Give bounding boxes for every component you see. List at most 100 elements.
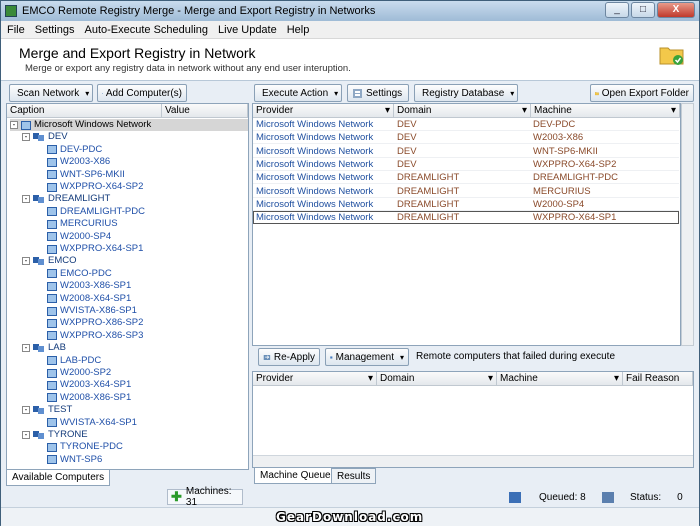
column-caption-header[interactable]: Caption [7, 104, 162, 118]
computer-icon [47, 369, 57, 378]
table-row[interactable]: Microsoft Windows NetworkDEVDEV-PDC [253, 118, 679, 131]
collapse-icon[interactable]: - [22, 406, 30, 414]
tree-machine[interactable]: WNT-SP6-MKII [47, 169, 125, 181]
menu-auto-execute[interactable]: Auto-Execute Scheduling [84, 24, 208, 36]
menu-live-update[interactable]: Live Update [218, 24, 277, 36]
column-domain-header[interactable]: Domain▾ [377, 372, 497, 386]
computer-icon [47, 331, 57, 340]
tree-machine[interactable]: W2000-SP2 [47, 367, 111, 379]
tree-machine[interactable]: LAB-PDC [47, 355, 101, 367]
tree-group[interactable]: -DREAMLIGHT [22, 193, 110, 205]
collapse-icon[interactable]: - [22, 344, 30, 352]
queue-icon [509, 492, 521, 503]
tree-machine-label: W2000-SP4 [60, 231, 111, 243]
tree-group[interactable]: -TEST [22, 404, 72, 416]
filter-icon[interactable]: ▾ [614, 372, 619, 385]
menu-help[interactable]: Help [287, 24, 310, 36]
minimize-button[interactable]: _ [605, 2, 629, 18]
tree-machine[interactable]: TYRONE-PDC [47, 441, 123, 453]
tree-machine[interactable]: WNT-SP6 [47, 454, 102, 466]
collapse-icon[interactable]: - [10, 121, 18, 129]
cell-domain: DEV [397, 131, 417, 144]
tree-machine[interactable]: WXPPRO-X64-SP2 [47, 181, 143, 193]
menu-file[interactable]: File [7, 24, 25, 36]
tree-group-label: LAB [48, 342, 66, 354]
tree-machine[interactable]: W2008-X64-SP1 [47, 293, 131, 305]
table-row[interactable]: Microsoft Windows NetworkDEVW2003-X86 [253, 131, 679, 144]
column-domain-header[interactable]: Domain▾ [394, 104, 531, 118]
tree-machine[interactable]: DEV-PDC [47, 144, 102, 156]
tree-group[interactable]: -TYRONE [22, 429, 88, 441]
tree-machine[interactable]: WXPPRO-X86-SP2 [47, 317, 143, 329]
collapse-icon[interactable]: - [22, 195, 30, 203]
tree-machine[interactable]: W2003-X64-SP1 [47, 379, 131, 391]
table-row[interactable]: Microsoft Windows NetworkDREAMLIGHTW2000… [253, 198, 679, 211]
tree-group[interactable]: - LAB [22, 342, 66, 354]
menu-settings[interactable]: Settings [35, 24, 75, 36]
page-title: Merge and Export Registry in Network [19, 45, 256, 61]
cell-domain: DREAMLIGHT [397, 211, 459, 224]
tree-machine[interactable]: MERCURIUS [47, 218, 118, 230]
tree-machine[interactable]: WXPPRO-X64-SP1 [47, 243, 143, 255]
tree-machine[interactable]: WXPPRO-X86-SP3 [47, 330, 143, 342]
open-export-folder-button[interactable]: Open Export Folder [590, 84, 694, 102]
filter-icon[interactable]: ▾ [522, 104, 527, 117]
table-row[interactable]: Microsoft Windows NetworkDREAMLIGHTWXPPR… [253, 211, 679, 224]
table-row[interactable]: Microsoft Windows NetworkDEVWNT-SP6-MKII [253, 145, 679, 158]
table-row[interactable]: Microsoft Windows NetworkDEVWXPPRO-X64-S… [253, 158, 679, 171]
column-fail-reason-header[interactable]: Fail Reason [623, 372, 693, 386]
failed-computers-grid: Provider▾ Domain▾ Machine▾ Fail Reason [252, 371, 694, 468]
tree-group[interactable]: -DEV [22, 131, 68, 143]
machines-count-panel: ✚ Machines: 31 [167, 489, 243, 505]
tree-machine[interactable]: WVISTA-X86-SP1 [47, 305, 137, 317]
filter-icon[interactable]: ▾ [671, 104, 676, 117]
column-provider-header[interactable]: Provider▾ [253, 104, 394, 118]
add-computers-button[interactable]: Add Computer(s) [97, 84, 187, 102]
tab-available-computers[interactable]: Available Computers [6, 470, 110, 486]
tree-machine[interactable]: W2003-X86 [47, 156, 110, 168]
tree-machine-label: W2003-X86 [60, 156, 110, 168]
tree-machine[interactable]: WVISTA-X64-SP1 [47, 417, 137, 429]
computer-icon [47, 220, 57, 229]
tree-machine[interactable]: EMCO-PDC [47, 268, 112, 280]
column-machine-header[interactable]: Machine▾ [531, 104, 680, 118]
column-value-header[interactable]: Value [162, 104, 248, 118]
tab-results[interactable]: Results [331, 468, 376, 484]
cell-provider: Microsoft Windows Network [256, 131, 373, 144]
management-button[interactable]: Management▾ [325, 348, 409, 366]
collapse-icon[interactable]: - [22, 257, 30, 265]
filter-icon[interactable]: ▾ [385, 104, 390, 117]
cell-domain: DEV [397, 158, 417, 171]
tree-machine[interactable]: W2000-SP4 [47, 231, 111, 243]
tree-node-root[interactable]: -Microsoft Windows Network [10, 119, 248, 131]
scan-network-button[interactable]: Scan Network▾ [9, 84, 93, 102]
tree-machine[interactable]: DREAMLIGHT-PDC [47, 206, 145, 218]
close-button[interactable]: X [657, 2, 695, 18]
maximize-button[interactable]: □ [631, 2, 655, 18]
registry-database-button[interactable]: Registry Database▾ [414, 84, 518, 102]
column-machine-header[interactable]: Machine▾ [497, 372, 623, 386]
computer-icon [47, 232, 57, 241]
computer-icon [47, 356, 57, 365]
column-provider-header[interactable]: Provider▾ [253, 372, 377, 386]
table-row[interactable]: Microsoft Windows NetworkDREAMLIGHTDREAM… [253, 171, 679, 184]
re-apply-button[interactable]: Re-Apply [258, 348, 320, 366]
tree-machine-label: WNT-SP6-MKII [60, 169, 125, 181]
collapse-icon[interactable]: - [22, 431, 30, 439]
app-window: EMCO Remote Registry Merge - Merge and E… [0, 0, 700, 525]
horizontal-scrollbar[interactable] [253, 455, 693, 467]
tree-machine[interactable]: W2008-X86-SP1 [47, 392, 131, 404]
tree-machine[interactable]: W2003-X86-SP1 [47, 280, 131, 292]
vertical-scrollbar[interactable] [681, 103, 694, 346]
filter-icon[interactable]: ▾ [488, 372, 493, 385]
window-title: EMCO Remote Registry Merge - Merge and E… [22, 5, 375, 17]
computer-icon [47, 455, 57, 464]
tree-group[interactable]: -EMCO [22, 255, 77, 267]
settings-button[interactable]: Settings [347, 84, 409, 102]
table-row[interactable]: Microsoft Windows NetworkDREAMLIGHTMERCU… [253, 185, 679, 198]
tab-machine-queue[interactable]: Machine Queue [254, 468, 337, 484]
filter-icon[interactable]: ▾ [368, 372, 373, 385]
collapse-icon[interactable]: - [22, 133, 30, 141]
execute-action-button[interactable]: Execute Action▾ [254, 84, 342, 102]
computer-icon [47, 158, 57, 167]
